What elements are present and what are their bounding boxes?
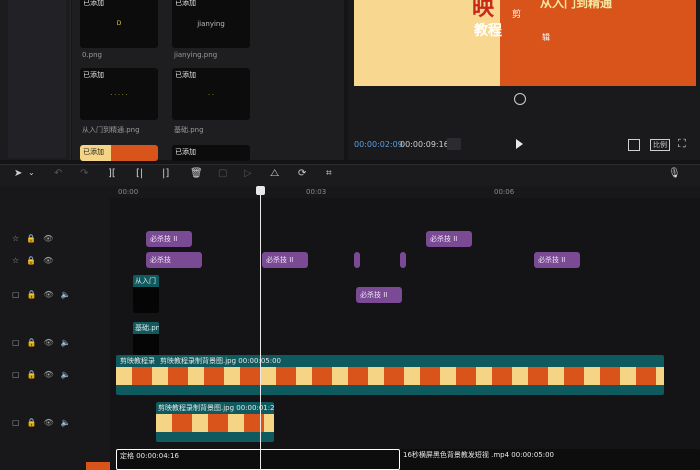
media-filename: 从入门到精通.png [82, 126, 140, 134]
cursor-icon[interactable]: ➤ [14, 168, 22, 179]
media-filename: 0.png [82, 51, 103, 59]
thumb-preview-text: D [116, 20, 122, 27]
cover-thumb[interactable] [86, 462, 110, 470]
rotate-icon[interactable]: ⟳ [298, 168, 306, 179]
mirror-icon[interactable]: ⧍ [270, 168, 279, 179]
effect-clip[interactable] [400, 252, 406, 268]
playhead-handle[interactable] [256, 186, 265, 195]
effect-clip[interactable]: 必杀技 II [426, 231, 472, 247]
undo-icon[interactable]: ↶ [54, 168, 62, 179]
preview-title-big: 映 [472, 0, 495, 21]
thumb-preview-text: jianying [197, 20, 225, 28]
ruler-label: 00:03 [306, 188, 327, 196]
category-sidebar[interactable] [8, 0, 66, 158]
media-filename: 基础.png [174, 126, 204, 134]
preview-canvas[interactable]: 映 剪 从入门到精通 辑 教程 [354, 0, 696, 86]
redo-icon[interactable]: ↷ [80, 168, 88, 179]
effect-clip[interactable]: 必杀技 II [534, 252, 580, 268]
added-tag: 已添加 [175, 148, 196, 156]
mic-icon[interactable]: 🎙 [668, 168, 681, 179]
timeline-toolbar [0, 164, 700, 187]
bottom-clip[interactable]: 16秒横屏黑色背景教发短视 .mp4 00:00:05:00 [400, 449, 700, 470]
total-time: 00:00:09:16 [400, 140, 449, 149]
rotate-handle-icon[interactable] [514, 93, 526, 105]
effect-clip[interactable]: 必杀技 [146, 252, 202, 268]
track-controls[interactable]: ☆🔒👁 [12, 234, 60, 243]
media-thumb-0[interactable]: 已添加 D [80, 0, 158, 48]
clip-label: 定格 00:00:04:16 [120, 452, 179, 460]
chevron-down-icon[interactable]: ⌄ [28, 168, 35, 177]
track-controls[interactable]: ▢🔒👁🔈 [12, 338, 78, 347]
media-thumb-4[interactable]: 已添加 [80, 145, 158, 161]
clip-label: 剪映教程录制背景图.jpg 00:00:01:27 [158, 404, 274, 412]
clip-label: 剪映教程录制背景图.jpg 00:00:05:00 [160, 357, 281, 365]
track-controls[interactable]: ▢🔒👁🔈 [12, 370, 78, 379]
added-tag: 已添加 [175, 71, 196, 79]
clip-thumbnail [133, 287, 159, 313]
video-clip[interactable]: 从入门 [133, 275, 159, 313]
media-thumb-3[interactable]: 已添加 · · [172, 68, 250, 120]
split-icon[interactable]: ][ [108, 168, 116, 179]
added-tag: 已添加 [83, 71, 104, 79]
ruler-label: 00:00 [118, 188, 139, 196]
effect-clip[interactable]: 必杀技 II [146, 231, 192, 247]
fit-screen-icon[interactable] [628, 139, 640, 151]
clip-label: 基础.pn [135, 324, 159, 332]
timeline-view-icon[interactable] [447, 138, 461, 150]
ratio-button[interactable]: 比例 [650, 139, 670, 151]
effect-clip[interactable]: 必杀技 II [356, 287, 402, 303]
ruler-label: 00:06 [494, 188, 515, 196]
clip-filmstrip [156, 414, 274, 432]
play-record-icon[interactable]: ▷ [244, 168, 252, 179]
play-icon[interactable] [516, 139, 523, 149]
clip-label: 16秒横屏黑色背景教发短视 .mp4 00:00:05:00 [403, 451, 555, 459]
track-controls[interactable]: ☆🔒👁 [12, 256, 60, 265]
thumb-preview-text: · · · · · [110, 92, 128, 99]
current-time: 00:00:02:09 [354, 140, 403, 149]
main-track-clip[interactable]: 剪映教程录 剪映教程录制背景图.jpg 00:00:05:00 [116, 355, 664, 395]
overlay-clip[interactable]: 剪映教程录制背景图.jpg 00:00:01:27 [156, 402, 274, 442]
clip-label: 剪映教程录 [120, 357, 155, 365]
preview-title-small: 剪 [512, 10, 522, 20]
delete-icon[interactable]: 🗑 [190, 168, 203, 179]
media-thumb-5[interactable]: 已添加 [172, 145, 250, 161]
preview-title: 教程 [474, 23, 502, 39]
bottom-clip-selected[interactable]: 定格 00:00:04:16 [116, 449, 400, 470]
preview-subtitle: 从入门到精通 [540, 0, 613, 10]
preview-bg-orange [500, 0, 696, 86]
effect-clip[interactable] [354, 252, 360, 268]
track-controls[interactable]: ▢🔒👁🔈 [12, 290, 78, 299]
preview-title-small-2: 辑 [542, 33, 550, 42]
media-filename: jianying.png [174, 51, 218, 59]
freeze-icon[interactable]: ▢ [218, 168, 227, 179]
media-thumb-1[interactable]: 已添加 jianying [172, 0, 250, 48]
added-tag: 已添加 [83, 148, 104, 156]
media-panel: 已添加 D 0.png 已添加 jianying jianying.png 已添… [72, 0, 344, 161]
crop-icon[interactable]: ⌗ [326, 168, 332, 179]
media-thumb-2[interactable]: 已添加 · · · · · [80, 68, 158, 120]
clip-label: 从入门 [135, 277, 156, 285]
clip-filmstrip [116, 367, 664, 385]
added-tag: 已添加 [175, 0, 196, 7]
effect-clip[interactable]: 必杀技 II [262, 252, 308, 268]
track-controls[interactable]: ▢🔒👁🔈 [12, 418, 78, 427]
added-tag: 已添加 [83, 0, 104, 7]
playhead[interactable] [260, 186, 261, 470]
thumb-preview-text: · · [208, 92, 214, 99]
fullscreen-icon[interactable]: ⛶ [678, 137, 686, 151]
time-ruler[interactable] [0, 186, 700, 198]
split-left-icon[interactable]: [| [136, 168, 143, 179]
split-right-icon[interactable]: |] [162, 168, 169, 179]
